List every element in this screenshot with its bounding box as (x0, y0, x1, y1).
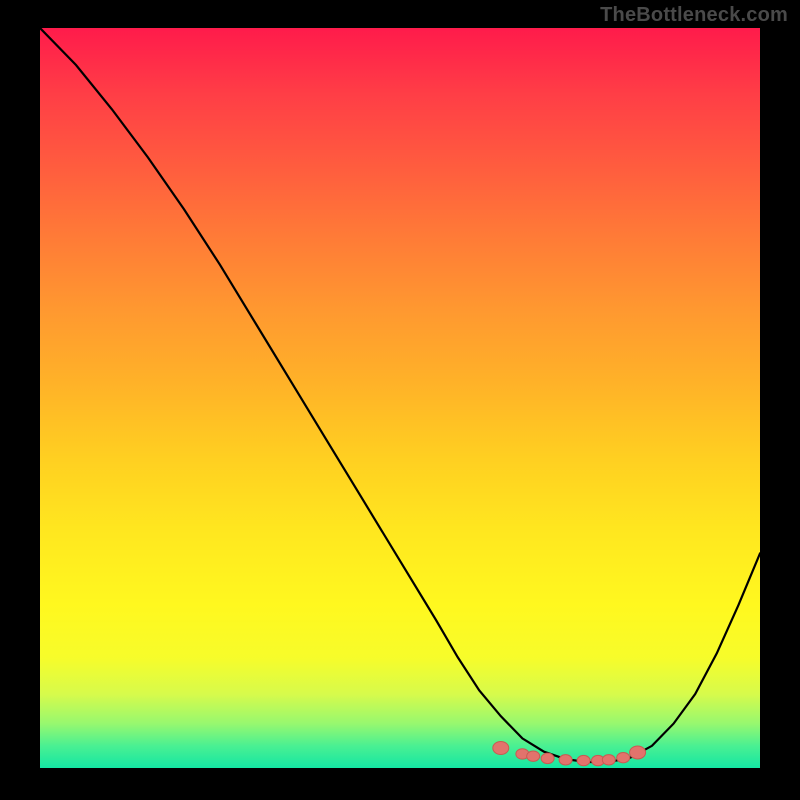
marker-dot (527, 751, 540, 761)
marker-dot (630, 746, 646, 759)
plot-area (40, 28, 760, 768)
marker-dot (541, 753, 554, 763)
chart-frame: TheBottleneck.com (0, 0, 800, 800)
watermark-text: TheBottleneck.com (600, 4, 788, 27)
marker-dot (493, 742, 509, 755)
marker-dot (617, 752, 630, 762)
marker-dot (577, 755, 590, 765)
marker-dot (559, 755, 572, 765)
optimal-region-markers (493, 742, 646, 766)
bottleneck-curve (40, 28, 760, 762)
chart-svg (40, 28, 760, 768)
marker-dot (602, 755, 615, 765)
